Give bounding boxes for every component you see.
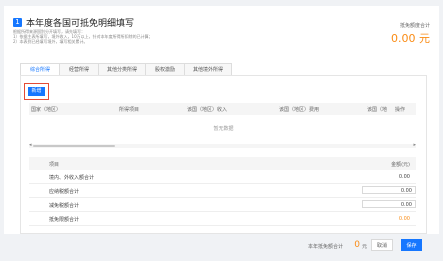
col-foreign-income: 该国（地区）收入	[187, 107, 228, 113]
add-button[interactable]: 新增	[28, 87, 45, 96]
col-actions: 操作	[395, 107, 406, 113]
summary-header: 项目 金额(元)	[29, 157, 416, 170]
footer-total-value: 0	[354, 240, 360, 250]
income-table-header: 国家（地区） 所得项目 该国（地区）收入 该国（地区）费用 该国（地 操作	[29, 103, 416, 115]
summary-col-item: 项目	[49, 162, 60, 168]
summary-row-credit-limit: 抵免限额合计 0.00	[29, 212, 416, 226]
tax-payable-input[interactable]: 0.00	[362, 186, 416, 194]
total-credit-value: 0.00 元	[391, 32, 430, 45]
total-credit-label: 抵免额度合计	[399, 23, 430, 29]
footer-total-label: 本年抵免额合计	[307, 244, 343, 250]
tax-reduction-input[interactable]: 0.00	[362, 200, 416, 208]
row-label: 减免税额合计	[49, 203, 80, 209]
row-label: 应纳税额合计	[49, 189, 80, 195]
add-button-highlight: 新增	[24, 83, 49, 100]
summary-row-total-income: 境内、外收入额合计 0.00	[29, 170, 416, 184]
horizontal-scrollbar[interactable]: ◂ ▸	[29, 142, 416, 148]
summary-row-tax-payable: 应纳税额合计 0.00	[29, 184, 416, 198]
scrollbar-thumb[interactable]	[33, 145, 115, 147]
tab-panel: 新增 国家（地区） 所得项目 该国（地区）收入 该国（地区）费用 该国（地 操作…	[20, 75, 427, 234]
col-country: 国家（地区）	[31, 107, 62, 113]
summary-row-tax-reduction: 减免税额合计 0.00	[29, 198, 416, 212]
instruction-line-3: 2）本表到已经填写境外，填写相关累计。	[13, 39, 88, 44]
col-foreign-truncated: 该国（地	[367, 107, 388, 113]
footer-total-unit: 元	[361, 244, 367, 250]
summary-col-amount: 金额(元)	[391, 162, 410, 168]
empty-state: 暂无数据	[213, 126, 234, 132]
row-label: 抵免限额合计	[49, 217, 80, 223]
step-badge: 1	[13, 18, 22, 27]
main-card: 1 本年度各国可抵免明细填写 根据所得来源国别分开填写，请先填写： 1）依据主表…	[4, 6, 439, 234]
save-button[interactable]: 保存	[401, 239, 422, 251]
row-value: 0.00	[398, 174, 410, 180]
col-income-item: 所得项目	[119, 107, 140, 113]
cancel-button[interactable]: 取消	[371, 239, 393, 251]
row-label: 境内、外收入额合计	[49, 175, 95, 181]
scroll-left-icon[interactable]: ◂	[29, 142, 32, 148]
page-title: 本年度各国可抵免明细填写	[26, 19, 135, 29]
col-foreign-expense: 该国（地区）费用	[279, 107, 320, 113]
credit-limit-value: 0.00	[398, 216, 410, 222]
scroll-right-icon[interactable]: ▸	[413, 142, 416, 148]
